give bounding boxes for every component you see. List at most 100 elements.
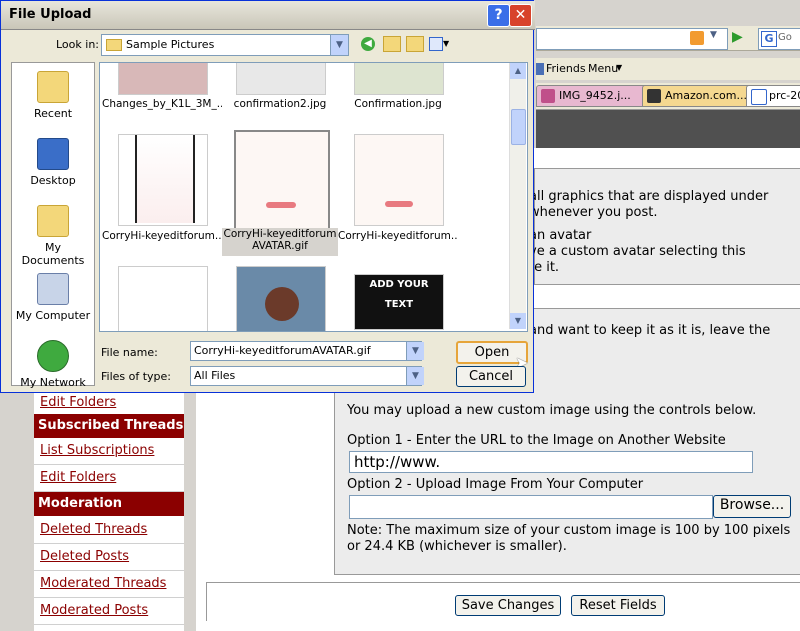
place-my-documents[interactable]: My Documents [12, 205, 94, 267]
dialog-title: File Upload [9, 7, 92, 22]
sidebar-item-moderated-threads[interactable]: Moderated Threads [34, 571, 184, 598]
view-menu-caret-icon[interactable]: ▼ [443, 39, 449, 48]
my-documents-icon [37, 205, 69, 237]
sidebar-item-moderated-posts[interactable]: Moderated Posts [34, 598, 184, 625]
cancel-button[interactable]: Cancel [456, 366, 526, 387]
up-folder-icon[interactable] [383, 36, 401, 52]
sidebar-item-edit-folders[interactable]: Edit Folders [34, 390, 184, 417]
face-image [135, 135, 195, 223]
thumb-corry-3[interactable] [118, 266, 208, 331]
thumb-caption: ADD YOUR TEXT [369, 279, 429, 310]
image-favicon-icon [541, 89, 555, 103]
note-line-2: or 24.4 KB (whichever is smaller). [347, 539, 567, 554]
place-desktop[interactable]: Desktop [12, 138, 94, 187]
file-name[interactable]: Confirmation.jpg [338, 98, 458, 110]
recent-icon [37, 71, 69, 103]
look-in-value: Sample Pictures [126, 38, 215, 51]
my-computer-icon [37, 273, 69, 305]
option1-label: Option 1 - Enter the URL to the Image on… [347, 433, 726, 448]
file-name-label: File name: [101, 346, 158, 359]
folder-icon [106, 39, 122, 51]
close-icon[interactable]: ✕ [509, 4, 532, 27]
thumb-corry-1[interactable] [118, 134, 208, 226]
keep-text: and want to keep it as it is, leave the [529, 323, 771, 338]
thumb-changes[interactable] [118, 63, 208, 95]
search-engine-label: Go [778, 32, 792, 43]
amazon-favicon-icon [647, 89, 661, 103]
sidebar-item-edit-folders-2[interactable]: Edit Folders [34, 465, 184, 492]
thumb-corry-avatar[interactable] [234, 130, 330, 230]
search-input[interactable]: G Go [758, 28, 800, 50]
desktop-icon [37, 138, 69, 170]
friends-icon [536, 63, 544, 75]
place-my-computer[interactable]: My Computer [12, 273, 94, 322]
tab-prc[interactable]: prc-20 [746, 85, 800, 107]
thumb-corry-2[interactable] [354, 134, 444, 226]
reset-fields-button[interactable]: Reset Fields [571, 595, 665, 616]
url-field[interactable]: http://www. [349, 451, 753, 473]
file-upload-dialog: File Upload ? ✕ Look in: Sample Pictures… [0, 0, 535, 393]
scroll-up-icon[interactable]: ▲ [510, 63, 526, 79]
go-icon[interactable]: ▶ [732, 29, 743, 45]
sidebar-item-deleted-threads[interactable]: Deleted Threads [34, 517, 184, 544]
view-menu-icon[interactable] [429, 37, 443, 51]
google-icon: G [761, 31, 777, 47]
tab-amazon[interactable]: Amazon.com... [642, 85, 756, 107]
dropdown-arrow-icon[interactable]: ▼ [710, 30, 717, 40]
file-name[interactable]: confirmation2.jpg [220, 98, 340, 110]
files-of-type-dropdown-icon[interactable]: ▼ [406, 367, 424, 385]
page-header [536, 110, 800, 148]
avatar-info-panel: all graphics that are displayed under wh… [529, 168, 800, 285]
option2-label: Option 2 - Upload Image From Your Comput… [347, 477, 644, 492]
google-favicon-icon [751, 89, 767, 105]
new-folder-icon[interactable] [406, 36, 424, 52]
place-recent[interactable]: Recent [12, 71, 94, 120]
scroll-thumb[interactable] [511, 109, 526, 145]
avatar-text-4: ve a custom avatar selecting this [529, 244, 746, 259]
file-name[interactable]: CorryHi-keyeditforum... [338, 230, 458, 242]
sidebar-head-moderation[interactable]: Moderation [34, 492, 184, 516]
file-name-dropdown-icon[interactable]: ▼ [406, 342, 424, 360]
links-menu[interactable]: Menu [588, 62, 618, 75]
file-name[interactable]: Changes_by_K1L_3M_... [102, 98, 222, 110]
save-changes-button[interactable]: Save Changes [455, 595, 561, 616]
menu-caret-icon: ▼ [616, 63, 623, 72]
file-name[interactable]: CorryHi-keyeditforum... [102, 230, 222, 242]
face-image [385, 201, 413, 207]
avatar-text-1: all graphics that are displayed under [529, 189, 769, 204]
sidebar-item-list-subscriptions[interactable]: List Subscriptions [34, 438, 184, 465]
left-margin [0, 390, 34, 631]
avatar-text-2: whenever you post. [529, 205, 658, 220]
sidebar-head-subscribed-threads[interactable]: Subscribed Threads ▼ [34, 414, 184, 456]
places-bar: Recent Desktop My Documents My Computer … [11, 62, 95, 389]
thumb-confirmation2[interactable] [236, 63, 326, 95]
file-name-input[interactable]: CorryHi-keyeditforumAVATAR.gif [190, 341, 422, 361]
file-list-scrollbar[interactable]: ▲ ▼ [509, 63, 526, 329]
back-icon[interactable]: ◀ [361, 37, 375, 51]
rss-icon[interactable] [690, 31, 704, 45]
sidebar-item-deleted-posts[interactable]: Deleted Posts [34, 544, 184, 571]
help-icon[interactable]: ? [487, 4, 510, 27]
thumb-confirmation[interactable] [354, 63, 444, 95]
face-image [266, 202, 296, 208]
thumb-flowers[interactable] [236, 266, 326, 331]
look-in-dropdown-icon[interactable]: ▼ [330, 35, 348, 55]
tab-bar: IMG_9452.j... Amazon.com... prc-20 [536, 83, 800, 110]
file-list: Changes_by_K1L_3M_... confirmation2.jpg … [99, 62, 528, 332]
files-of-type-select[interactable]: All Files [190, 366, 422, 386]
browse-button[interactable]: Browse... [713, 495, 791, 518]
upload-intro: You may upload a new custom image using … [347, 403, 757, 418]
links-bar: Friends Menu ▼ [536, 58, 800, 80]
user-cp-sidebar: Edit Folders Subscribed Threads ▼ List S… [34, 390, 184, 631]
thumb-add-text[interactable]: ADD YOUR TEXT [354, 274, 444, 330]
file-name-selected[interactable]: CorryHi-keyeditforumAVATAR.gif [222, 228, 338, 256]
dialog-titlebar[interactable]: File Upload ? ✕ [1, 1, 535, 30]
scroll-down-icon[interactable]: ▼ [510, 313, 526, 329]
files-of-type-label: Files of type: [101, 370, 172, 383]
links-friends[interactable]: Friends [546, 62, 586, 75]
place-my-network[interactable]: My Network [12, 340, 94, 389]
avatar-text-3: an avatar [529, 228, 592, 243]
look-in-select[interactable]: Sample Pictures ▼ [101, 34, 349, 56]
upload-file-field[interactable] [349, 495, 713, 519]
my-network-icon [37, 340, 69, 372]
